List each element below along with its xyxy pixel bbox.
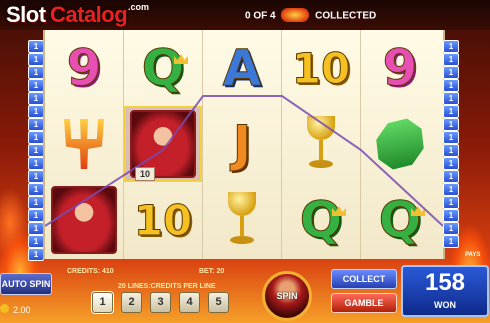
bet-display: BET: 20 [199,268,225,275]
win-label: WON [434,300,456,310]
payline-marker[interactable]: 1 [443,144,459,157]
winning-payline [45,95,443,227]
spin-button[interactable]: SPIN [262,271,312,321]
coin-value: 2.00 [13,305,31,315]
payline-marker[interactable]: 1 [443,79,459,92]
payline-marker[interactable]: 1 [28,157,44,170]
gamble-button[interactable]: GAMBLE [331,293,397,313]
credits-per-line-selector: 1 2 3 4 5 [92,292,229,313]
auto-spin-button[interactable]: AUTO SPIN [0,273,52,295]
payline-marker[interactable]: 1 [443,209,459,222]
collected-count: 0 OF 4 [245,10,276,22]
payline-marker[interactable]: 1 [443,222,459,235]
collect-button[interactable]: COLLECT [331,269,397,289]
payline-marker[interactable]: 1 [28,40,44,53]
payline-marker[interactable]: 1 [443,235,459,248]
bonus-badge-icon [281,8,310,22]
credit-button-4[interactable]: 4 [179,292,200,313]
coin-icon[interactable] [0,303,12,314]
credit-button-3[interactable]: 3 [150,292,171,313]
credit-button-1[interactable]: 1 [92,292,113,313]
logo-text-slot: Slot [6,2,46,27]
collected-label: COLLECTED [315,10,377,22]
payline-marker[interactable]: 1 [28,131,44,144]
top-bar: Slot Catalog .com 0 OF 4 COLLECTED [0,0,490,30]
payline-marker[interactable]: 1 [28,53,44,66]
credits-display: CREDITS: 410 [67,268,114,275]
payline-marker[interactable]: 1 [443,66,459,79]
payline-marker[interactable]: 1 [443,118,459,131]
payline-marker[interactable]: 1 [443,40,459,53]
payline-marker[interactable]: 1 [28,144,44,157]
payline-marker[interactable]: 1 [28,170,44,183]
line-win-amount: 10 [135,167,156,181]
credit-button-2[interactable]: 2 [121,292,142,313]
payline-marker[interactable]: 1 [28,79,44,92]
lines-credits-label: 20 LINES:CREDITS PER LINE [118,283,216,290]
logo-tld: .com [128,2,150,12]
payline-marker[interactable]: 1 [28,118,44,131]
win-display: 158 WON [401,265,489,317]
payline-marker[interactable]: 1 [28,196,44,209]
payline-marker[interactable]: 1 [443,196,459,209]
payline-marker[interactable]: 1 [443,92,459,105]
payline-marker[interactable]: 1 [443,105,459,118]
payline-marker[interactable]: 1 [28,183,44,196]
pays-button[interactable]: PAYS [465,252,480,258]
payline-marker[interactable]: 1 [28,92,44,105]
payline-marker[interactable]: 1 [28,209,44,222]
payline-marker[interactable]: 1 [28,222,44,235]
bonus-collected-counter: 0 OF 4 COLLECTED [245,8,377,23]
payline-marker[interactable]: 1 [443,170,459,183]
payline-marker[interactable]: 1 [443,157,459,170]
win-amount: 158 [424,269,466,296]
logo-text-catalog: Catalog [50,2,128,27]
control-panel: AUTO SPIN 2.00 CREDITS: 410 BET: 20 20 L… [0,252,490,323]
payline-marker[interactable]: 1 [28,235,44,248]
payline-marker[interactable]: 1 [443,53,459,66]
payline-marker[interactable]: 1 [28,66,44,79]
payline-marker[interactable]: 1 [28,105,44,118]
spin-label: SPIN [276,291,298,301]
credit-button-5[interactable]: 5 [208,292,229,313]
payline-marker[interactable]: 1 [443,131,459,144]
payline-marker[interactable]: 1 [443,183,459,196]
reel-window: 9 Q 10 A J 10 Q 9 Q 10 [43,30,445,259]
